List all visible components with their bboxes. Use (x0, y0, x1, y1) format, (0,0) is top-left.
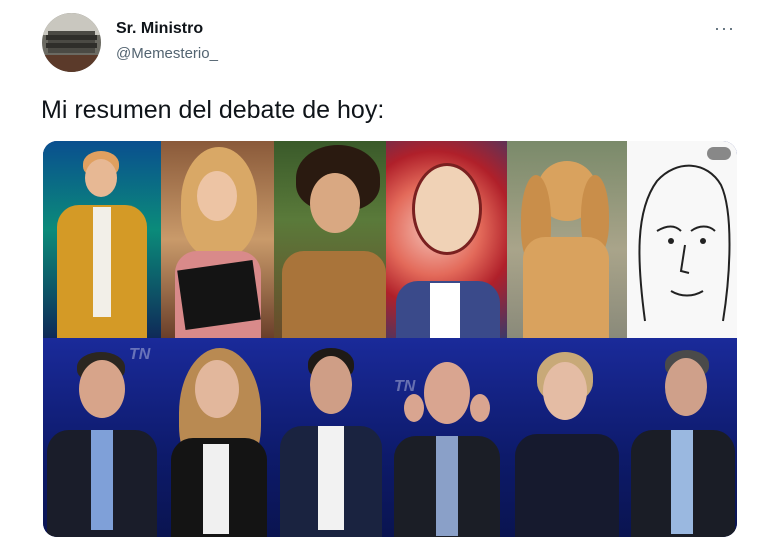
tweet-text: Mi resumen del debate de hoy: (41, 96, 385, 124)
debate-panel-candidate-1: TN (43, 338, 161, 537)
debate-panel-candidate-6 (627, 338, 737, 537)
meme-panel-gold-suit-man (43, 141, 161, 338)
author-handle[interactable]: @Memesterio_ (116, 45, 218, 62)
debate-panel-candidate-3 (274, 338, 386, 537)
meme-panel-blonde-wig-woman-with-book (161, 141, 274, 338)
tweet-card: Sr. Ministro @Memesterio_ ··· Mi resumen… (0, 0, 768, 555)
author-display-name[interactable]: Sr. Ministro (116, 20, 203, 38)
debate-panel-candidate-5 (507, 338, 627, 537)
meme-panel-cartoon-hypnotized-man (386, 141, 507, 338)
media-badge-icon (707, 147, 731, 160)
debate-panel-candidate-2 (161, 338, 274, 537)
more-options-icon[interactable]: ··· (714, 18, 735, 39)
meme-panel-bearded-wild-hair-man (274, 141, 386, 338)
tweet-media-image[interactable]: TN TN (43, 141, 737, 537)
meme-panel-cocker-spaniel-dog (507, 141, 627, 338)
debate-panel-candidate-4-ears-covered: TN (386, 338, 507, 537)
avatar[interactable] (42, 13, 101, 72)
meme-panel-wojak-face-drawing (627, 141, 737, 338)
